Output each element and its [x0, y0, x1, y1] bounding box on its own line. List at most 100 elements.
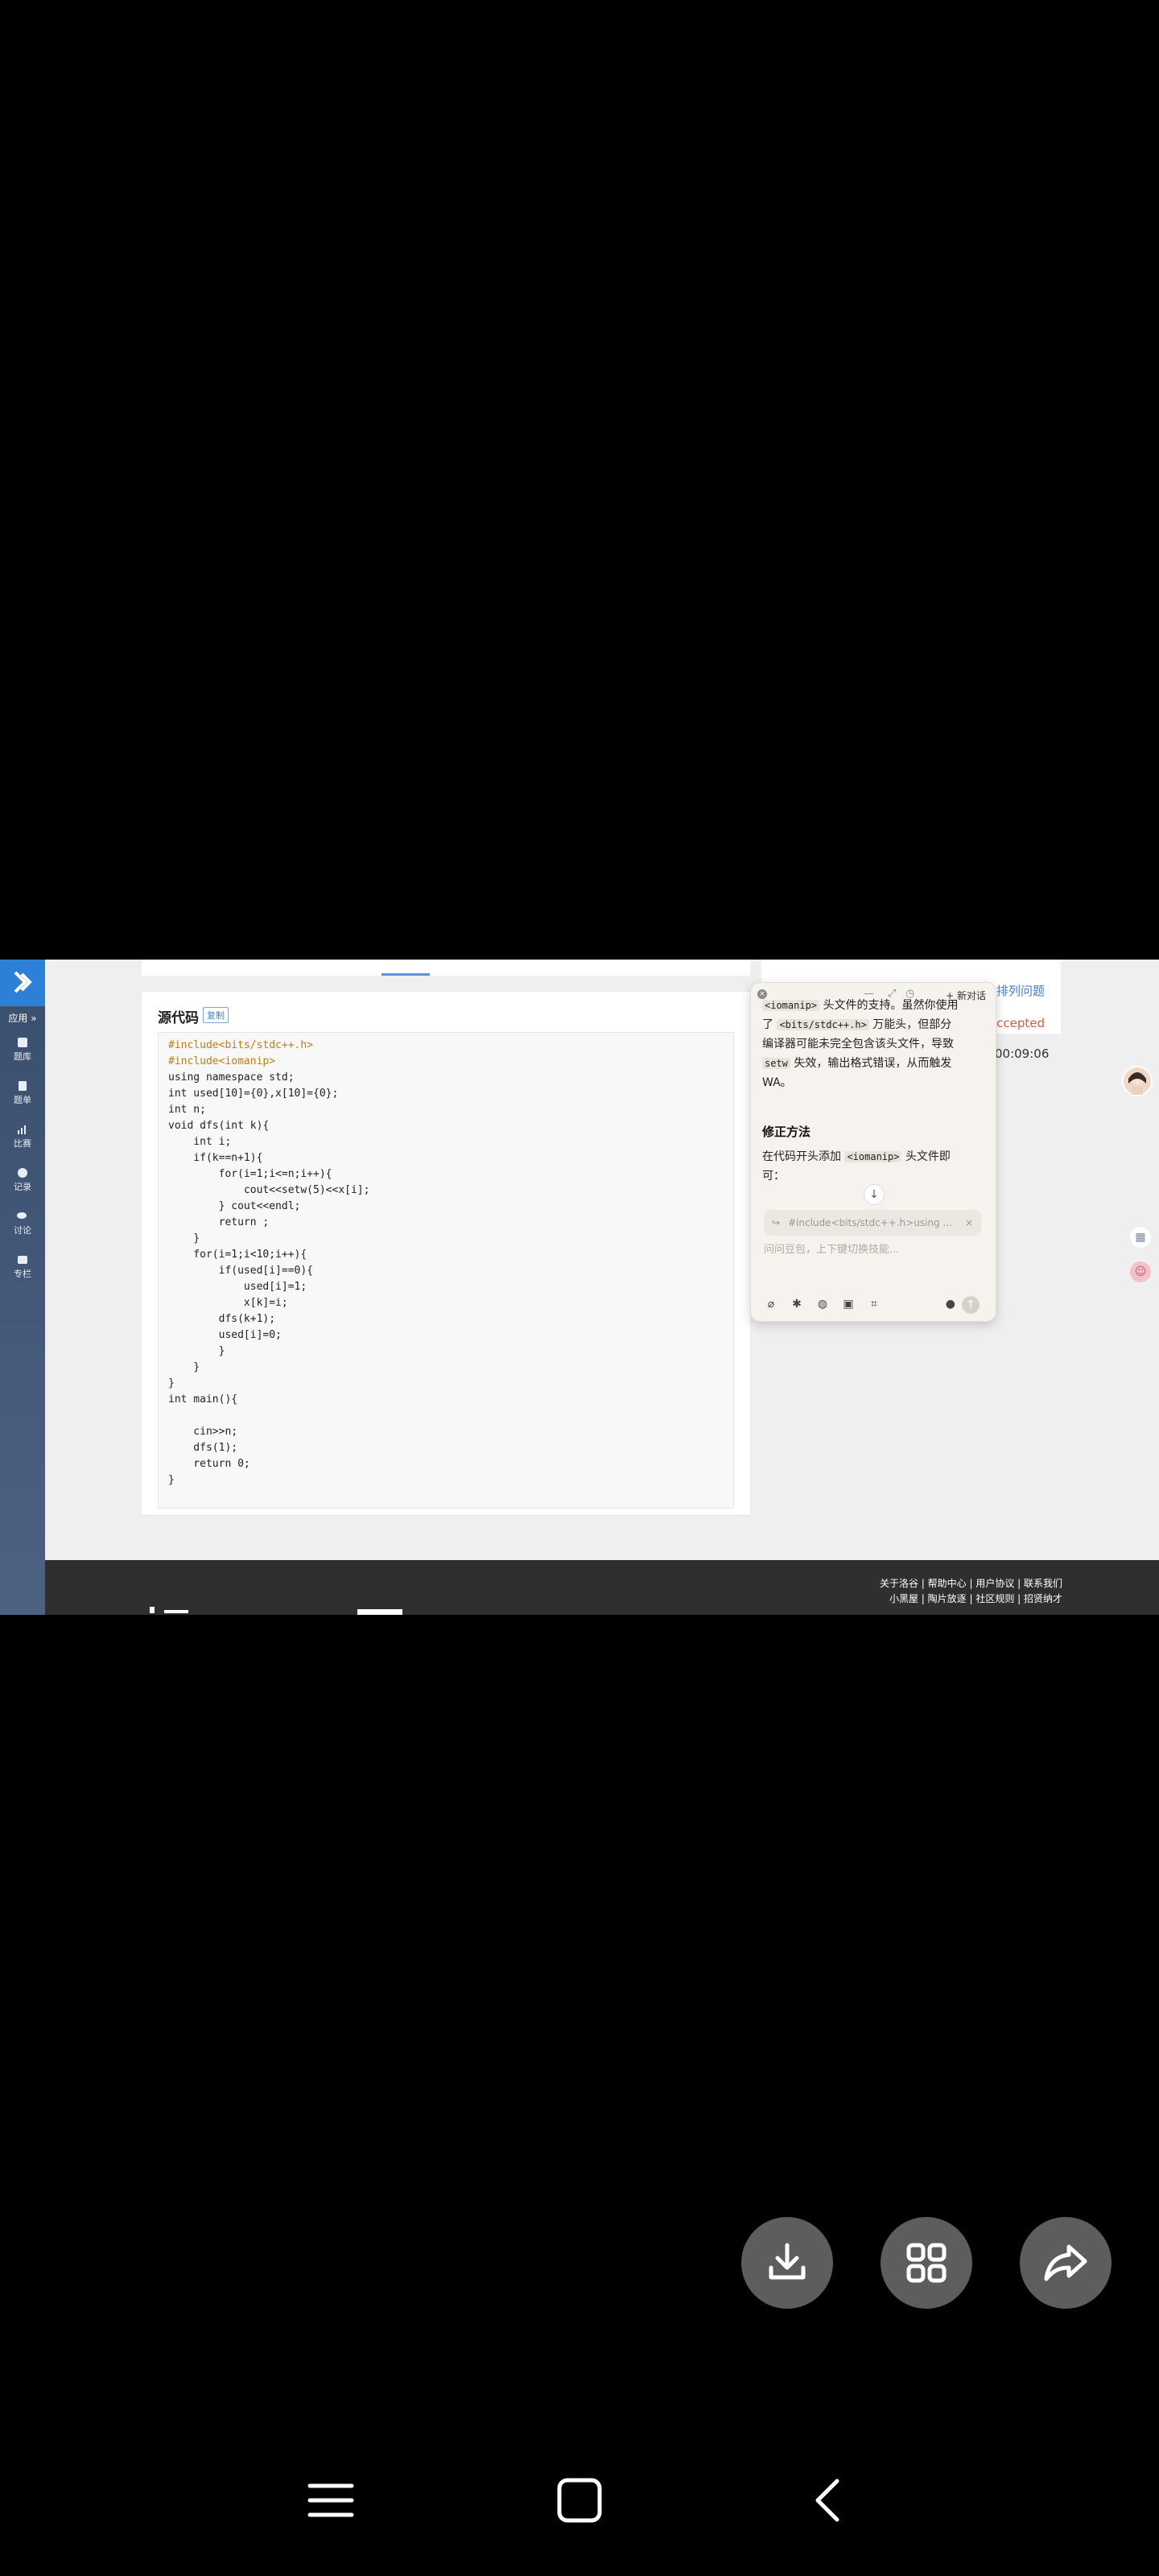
sidebar-item-label: 题单: [14, 1095, 31, 1105]
ai-input[interactable]: 问问豆包，上下键切换技能...: [764, 1241, 899, 1256]
answer-line: 万能头，但部分: [872, 1018, 952, 1031]
record-tabs-card: [142, 960, 750, 976]
mic-icon[interactable]: ●: [946, 1295, 955, 1313]
code-title: 源代码: [158, 1010, 199, 1026]
fix-text: 在代码开头添加 <iomanip> 头文件即 可：: [762, 1147, 986, 1186]
code-line: cout<<setw(5)<<x[i];: [168, 1184, 370, 1196]
code-line: int n;: [168, 1104, 206, 1116]
code-line: return ;: [168, 1216, 270, 1228]
assistant-float-icon[interactable]: ☺: [1130, 1261, 1151, 1282]
inline-code: <iomanip>: [762, 1000, 820, 1011]
sidebar-item-label: 专栏: [14, 1269, 31, 1279]
code-line: int i;: [168, 1136, 232, 1148]
code-line: if(k==n+1){: [168, 1152, 263, 1164]
luogu-logo[interactable]: [0, 960, 45, 1006]
globe-icon[interactable]: ◍: [814, 1295, 831, 1313]
apps-button[interactable]: [881, 2217, 972, 2309]
book-icon: [18, 1038, 27, 1047]
problem-link[interactable]: 排列问题: [996, 982, 1045, 999]
answer-line: 头文件的支持。虽然你使用: [823, 999, 959, 1012]
inline-code: <iomanip>: [844, 1151, 902, 1162]
code-line: int used[10]={0},x[10]={0};: [168, 1088, 339, 1100]
sidebar-item-label: 记录: [14, 1182, 31, 1192]
code-line: cin>>n;: [168, 1426, 238, 1438]
quote-text: #include<bits/stdc++.h>using ...: [788, 1217, 952, 1228]
answer-line: 失效，输出格式错误，从而触发: [794, 1057, 952, 1070]
code-line: }: [168, 1232, 200, 1245]
skills-icon[interactable]: ✱: [788, 1295, 806, 1313]
sidebar-item-discuss[interactable]: 讨论: [0, 1211, 45, 1236]
copy-button[interactable]: 复制: [203, 1007, 229, 1023]
answer-line: 编译器可能未完全包含该头文件，导致: [762, 1038, 954, 1051]
code-line: return 0;: [168, 1458, 250, 1470]
answer-line: 了: [762, 1018, 773, 1031]
double-chevron-icon: »: [31, 1013, 37, 1024]
code-line: int main(){: [168, 1393, 238, 1406]
chat-icon: [17, 1212, 27, 1219]
code-line: }: [168, 1474, 175, 1486]
code-text: #include<bits/stdc++.h> #include<iomanip>…: [159, 1033, 733, 1493]
code-line: }: [168, 1361, 200, 1373]
chart-icon: [18, 1125, 26, 1134]
code-line: using namespace std;: [168, 1071, 295, 1084]
code-line: dfs(k+1);: [168, 1313, 276, 1325]
quoted-code-chip[interactable]: ↪ #include<bits/stdc++.h>using ... ×: [764, 1210, 981, 1236]
code-line: } cout<<endl;: [168, 1200, 301, 1212]
sidebar-item-columns[interactable]: 专栏: [0, 1254, 45, 1280]
download-icon: [769, 2243, 806, 2280]
column-icon: [18, 1256, 27, 1264]
footer-links[interactable]: 关于洛谷 | 帮助中心 | 用户协议 | 联系我们: [880, 1576, 1062, 1590]
grid-float-icon[interactable]: ▦: [1130, 1227, 1151, 1248]
code-line: dfs(1);: [168, 1442, 238, 1454]
attach-icon[interactable]: ⌀: [762, 1295, 780, 1313]
share-button[interactable]: [1020, 2217, 1112, 2309]
share-icon: [1044, 2244, 1087, 2281]
download-button[interactable]: [741, 2217, 833, 2309]
back-icon[interactable]: [805, 2476, 853, 2524]
pie-icon: [18, 1168, 27, 1178]
sidebar-item-label: 题库: [14, 1051, 31, 1062]
status-text: accepted: [988, 1016, 1045, 1030]
code-line: #include<iomanip>: [168, 1055, 276, 1067]
active-tab-indicator: [382, 973, 430, 976]
menu-icon[interactable]: [307, 2476, 355, 2524]
code-line: #include<bits/stdc++.h>: [168, 1039, 314, 1051]
send-button[interactable]: ↑: [962, 1296, 980, 1314]
apps-grid-icon: [906, 2243, 947, 2283]
list-icon: [19, 1081, 27, 1091]
remove-quote-icon[interactable]: ×: [965, 1210, 973, 1236]
fix-text-end: 可：: [762, 1170, 785, 1183]
footer-logo: [150, 1607, 188, 1613]
sidebar-item-records[interactable]: 记录: [0, 1167, 45, 1193]
fix-heading: 修正方法: [762, 1125, 811, 1139]
inline-code: <bits/stdc++.h>: [777, 1019, 869, 1030]
sidebar: 应用 » 题库 题单 比赛 记录 讨论 专栏: [0, 960, 45, 1615]
avatar[interactable]: [1122, 1066, 1153, 1096]
crop-icon[interactable]: ⌗: [865, 1295, 883, 1313]
code-line: }: [168, 1377, 175, 1389]
submit-time: 00:09:06: [995, 1046, 1050, 1061]
code-line: void dfs(int k){: [168, 1120, 270, 1132]
sidebar-item-lists[interactable]: 题单: [0, 1080, 45, 1106]
footer: 关于洛谷 | 帮助中心 | 用户协议 | 联系我们 小黑屋 | 陶片放逐 | 社…: [45, 1560, 1159, 1615]
sidebar-item-label: 比赛: [14, 1138, 31, 1149]
code-line: for(i=1;i<=n;i++){: [168, 1168, 332, 1180]
code-line: used[i]=0;: [168, 1329, 282, 1341]
scroll-down-icon[interactable]: ↓: [864, 1184, 885, 1205]
quote-icon: ↪: [772, 1217, 781, 1228]
code-line: used[i]=1;: [168, 1281, 307, 1293]
fix-text-post: 头文件即: [905, 1150, 951, 1163]
code-block[interactable]: #include<bits/stdc++.h> #include<iomanip>…: [158, 1032, 734, 1509]
sidebar-item-problems[interactable]: 题库: [0, 1037, 45, 1063]
code-line: x[k]=i;: [168, 1297, 288, 1309]
home-icon[interactable]: [555, 2476, 604, 2524]
fix-text-pre: 在代码开头添加: [762, 1150, 841, 1163]
code-line: }: [168, 1345, 225, 1357]
sidebar-item-contests[interactable]: 比赛: [0, 1124, 45, 1150]
ai-toolbar: ⌀ ✱ ◍ ▣ ⌗ ● ↑: [762, 1295, 984, 1315]
screenshot-icon[interactable]: ▣: [839, 1295, 857, 1313]
footer-links[interactable]: 小黑屋 | 陶片放逐 | 社区规则 | 招贤纳才: [889, 1591, 1062, 1605]
apps-label: 应用: [8, 1013, 28, 1024]
apps-menu[interactable]: 应用 »: [0, 1011, 45, 1025]
screenshot-area: 应用 » 题库 题单 比赛 记录 讨论 专栏 排列问题 accepted 00:…: [0, 960, 1159, 1615]
